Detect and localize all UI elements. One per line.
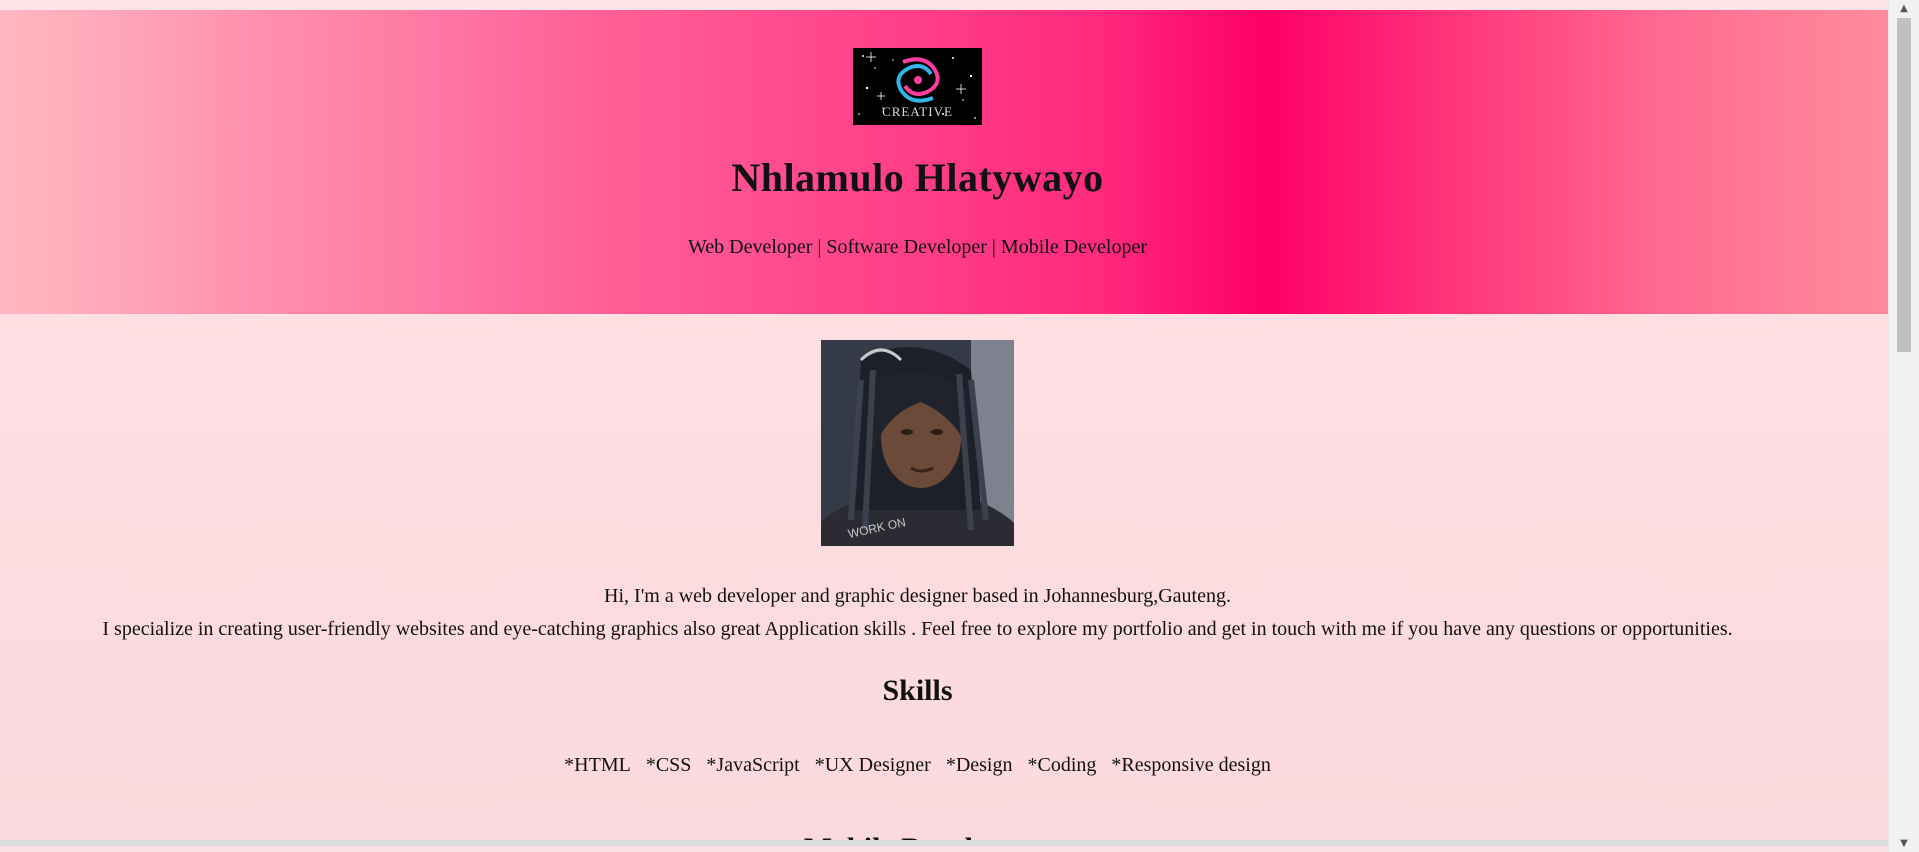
skill-item: *Responsive design bbox=[1111, 754, 1271, 776]
horizontal-scrollbar[interactable] bbox=[0, 840, 1889, 846]
page-viewport: CREATIVE Nhlamulo Hlatywayo Web Develope… bbox=[0, 0, 1889, 846]
scroll-up-arrow-icon[interactable]: ▲ bbox=[1889, 0, 1919, 17]
top-strip bbox=[0, 0, 1889, 10]
skill-item: *JavaScript bbox=[706, 754, 800, 776]
intro-line-1: Hi, I'm a web developer and graphic desi… bbox=[604, 585, 1231, 607]
skill-item: *Coding bbox=[1027, 754, 1097, 776]
hero-header: CREATIVE Nhlamulo Hlatywayo Web Develope… bbox=[0, 10, 1889, 314]
scroll-down-arrow-icon[interactable]: ▼ bbox=[1889, 835, 1919, 852]
roles-subtitle: Web Developer | Software Developer | Mob… bbox=[687, 236, 1147, 258]
scrollbar-thumb[interactable] bbox=[1897, 18, 1911, 352]
profile-illustration: WORK ON bbox=[821, 340, 1014, 546]
skill-item: *CSS bbox=[645, 754, 692, 776]
skills-list: *HTML *CSS *JavaScript *UX Designer *Des… bbox=[0, 754, 1835, 777]
skill-item: *HTML bbox=[564, 754, 631, 776]
page-title: Nhlamulo Hlatywayo bbox=[731, 155, 1104, 200]
profile-photo: WORK ON bbox=[821, 340, 1014, 546]
intro-text: Hi, I'm a web developer and graphic desi… bbox=[0, 580, 1835, 646]
vertical-scrollbar[interactable]: ▲ ▼ bbox=[1888, 0, 1919, 852]
skill-item: *UX Designer bbox=[814, 754, 931, 776]
logo-text: CREATIVE bbox=[882, 104, 953, 119]
skills-heading: Skills bbox=[882, 674, 953, 707]
intro-line-2: I specialize in creating user-friendly w… bbox=[102, 618, 1733, 640]
logo: CREATIVE bbox=[853, 48, 982, 125]
skill-item: *Design bbox=[945, 754, 1013, 776]
